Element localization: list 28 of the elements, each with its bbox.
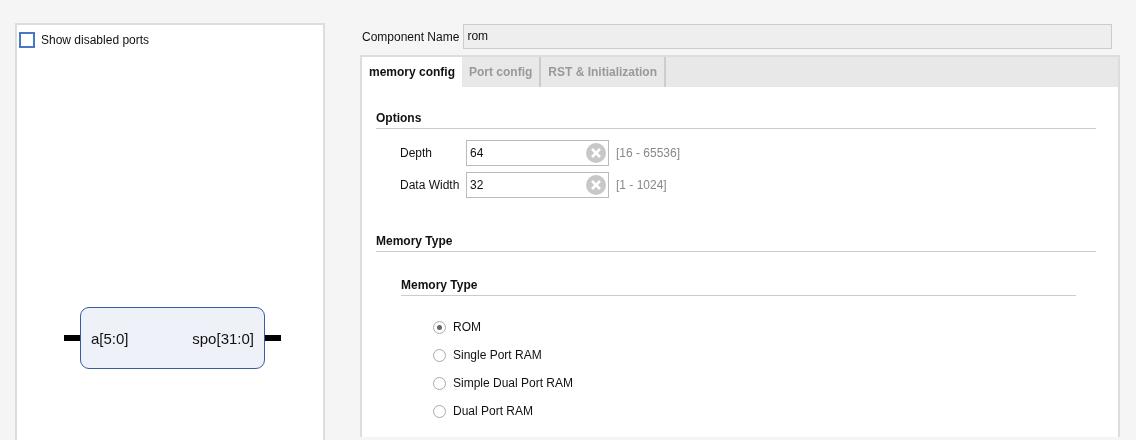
radio-label: Simple Dual Port RAM: [453, 376, 574, 390]
radio-button[interactable]: [433, 320, 446, 334]
field-label: Component Name: [362, 29, 460, 44]
radio-label: Dual Port RAM: [453, 404, 534, 418]
section-title: Options: [376, 111, 1096, 129]
clear-icon[interactable]: [586, 175, 606, 195]
range-hint: [16 - 65536]: [616, 146, 681, 160]
port-label: spo[31:0]: [192, 329, 254, 347]
checkbox-label: Show disabled ports: [41, 33, 150, 47]
input-pin: [64, 335, 80, 341]
radio-label: ROM: [453, 320, 481, 334]
input-field[interactable]: 64: [466, 140, 609, 166]
input-field[interactable]: 32: [466, 172, 609, 198]
range-hint: [1 - 1024]: [616, 178, 667, 192]
field-label: Data Width: [400, 178, 461, 192]
checkbox[interactable]: [19, 32, 35, 48]
tab[interactable]: memory config: [362, 57, 462, 87]
radio-label: Single Port RAM: [453, 348, 542, 362]
clear-icon[interactable]: [586, 143, 606, 163]
section-title: Memory Type: [376, 234, 1096, 252]
component-name-field[interactable]: rom: [463, 24, 1113, 49]
radio-button[interactable]: [433, 348, 446, 362]
field-label: Depth: [400, 146, 434, 160]
radio-button[interactable]: [433, 376, 446, 390]
port-label: a[5:0]: [91, 329, 129, 347]
output-pin: [265, 335, 281, 341]
group-title: Memory Type: [401, 278, 1076, 296]
radio-button[interactable]: [433, 404, 446, 418]
